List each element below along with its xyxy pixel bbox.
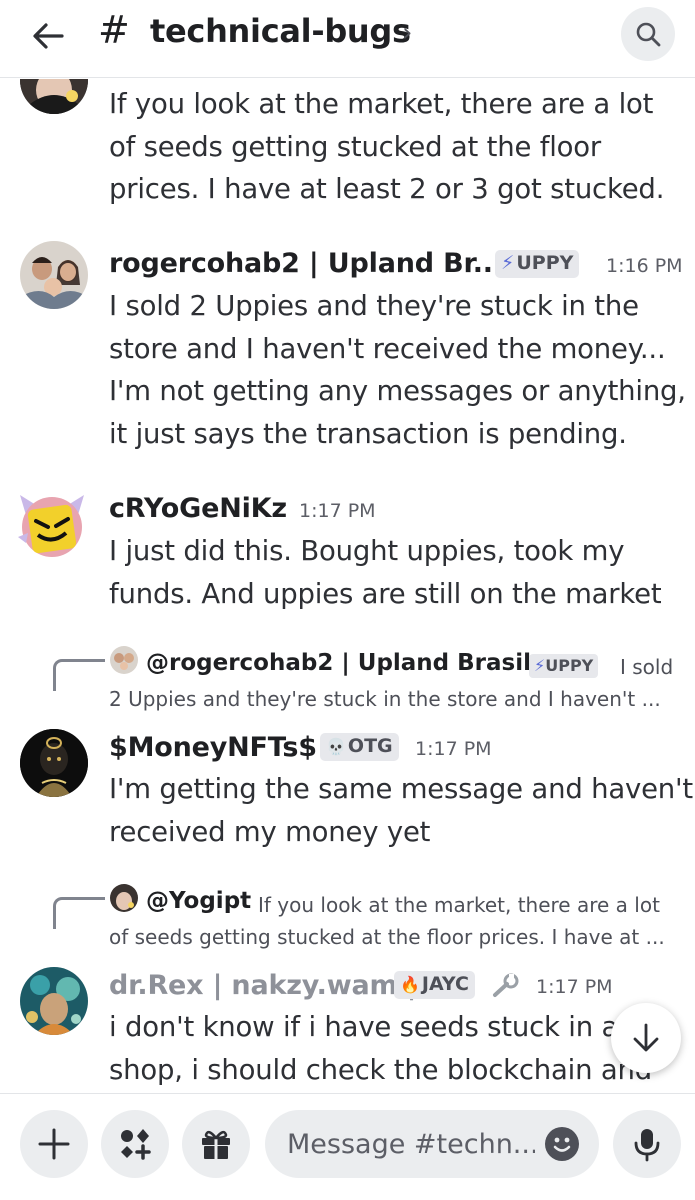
lightning-icon: ⚡ <box>534 656 546 675</box>
message-text: i don't know if i have seeds stuck in a … <box>109 1011 652 1086</box>
message-input[interactable] <box>287 1122 535 1166</box>
emoji-button[interactable] <box>545 1127 579 1161</box>
message-text: If you look at the market, there are a l… <box>109 88 665 205</box>
channel-header: # technical-bugs › <box>0 0 695 78</box>
smiley-icon <box>553 1137 571 1152</box>
message-text: I just did this. Bought uppies, took my … <box>109 535 662 610</box>
reply-username[interactable]: @Yogipt <box>146 888 251 914</box>
role-tag[interactable]: ⚡ UPPY <box>495 250 580 278</box>
composer-bar <box>0 1093 695 1200</box>
arrow-left-icon <box>33 23 64 49</box>
avatar[interactable] <box>20 967 88 1035</box>
avatar[interactable] <box>20 729 88 797</box>
skull-icon: 💀 <box>326 737 346 756</box>
avatar[interactable] <box>20 241 88 309</box>
timestamp: 1:16 PM <box>606 255 683 277</box>
chevron-right-icon[interactable]: › <box>402 18 412 48</box>
reply-connector <box>53 897 105 929</box>
voice-message-button[interactable] <box>613 1110 681 1178</box>
username[interactable]: cRYoGeNiKz <box>109 493 287 524</box>
add-attachment-button[interactable] <box>20 1110 88 1178</box>
reply-avatar[interactable] <box>110 646 138 674</box>
wrench-icon <box>491 973 521 1003</box>
timestamp: 1:17 PM <box>299 500 376 522</box>
role-tag-label: OTG <box>347 735 393 757</box>
arrow-down-icon <box>633 1023 659 1052</box>
plus-icon <box>38 1128 70 1160</box>
role-tag[interactable]: 🔥 JAYC <box>394 971 475 999</box>
reply-connector <box>53 659 105 691</box>
reply-snippet[interactable]: If you look at the market, there are a l… <box>258 893 660 917</box>
timestamp: 1:17 PM <box>536 976 613 998</box>
lightning-icon: ⚡ <box>501 252 515 274</box>
reply-role-tag-label: UPPY <box>545 656 594 675</box>
search-icon <box>636 22 661 47</box>
reply-avatar[interactable] <box>110 884 138 912</box>
channel-hash-icon: # <box>98 8 130 52</box>
reply-role-tag: ⚡UPPY <box>529 654 599 678</box>
username[interactable]: dr.Rex | nakzy.wam | <box>109 970 416 1001</box>
gift-icon <box>202 1130 230 1159</box>
jump-to-bottom-button[interactable] <box>611 1003 681 1073</box>
message-text: I sold 2 Uppies and they're stuck in the… <box>109 290 686 450</box>
avatar[interactable] <box>14 487 90 563</box>
reply-snippet[interactable]: of seeds getting stucked at the floor pr… <box>109 925 665 949</box>
reply-username[interactable]: @rogercohab2 | Upland Brasil <box>146 650 531 676</box>
role-tag[interactable]: 💀 OTG <box>320 733 399 761</box>
microphone-icon <box>634 1129 660 1162</box>
apps-button[interactable] <box>101 1110 169 1178</box>
username[interactable]: rogercohab2 | Upland Br... <box>109 248 503 279</box>
search-button[interactable] <box>621 7 675 61</box>
role-tag-label: UPPY <box>516 252 574 274</box>
message-text: I'm getting the same message and haven't… <box>109 773 693 848</box>
reply-snippet[interactable]: I sold <box>620 655 673 679</box>
fire-icon: 🔥 <box>400 975 420 994</box>
role-tag-label: JAYC <box>421 973 469 995</box>
message-input-box[interactable] <box>265 1110 599 1178</box>
channel-title[interactable]: technical-bugs <box>150 12 411 50</box>
gift-button[interactable] <box>182 1110 250 1178</box>
back-button[interactable] <box>26 14 70 58</box>
apps-icon <box>121 1129 151 1160</box>
avatar[interactable] <box>20 79 88 114</box>
message-list[interactable]: If you look at the market, there are a l… <box>0 79 695 1093</box>
username[interactable]: $MoneyNFTs$ <box>109 732 317 763</box>
timestamp: 1:17 PM <box>415 738 492 760</box>
reply-snippet[interactable]: 2 Uppies and they're stuck in the store … <box>109 687 661 711</box>
